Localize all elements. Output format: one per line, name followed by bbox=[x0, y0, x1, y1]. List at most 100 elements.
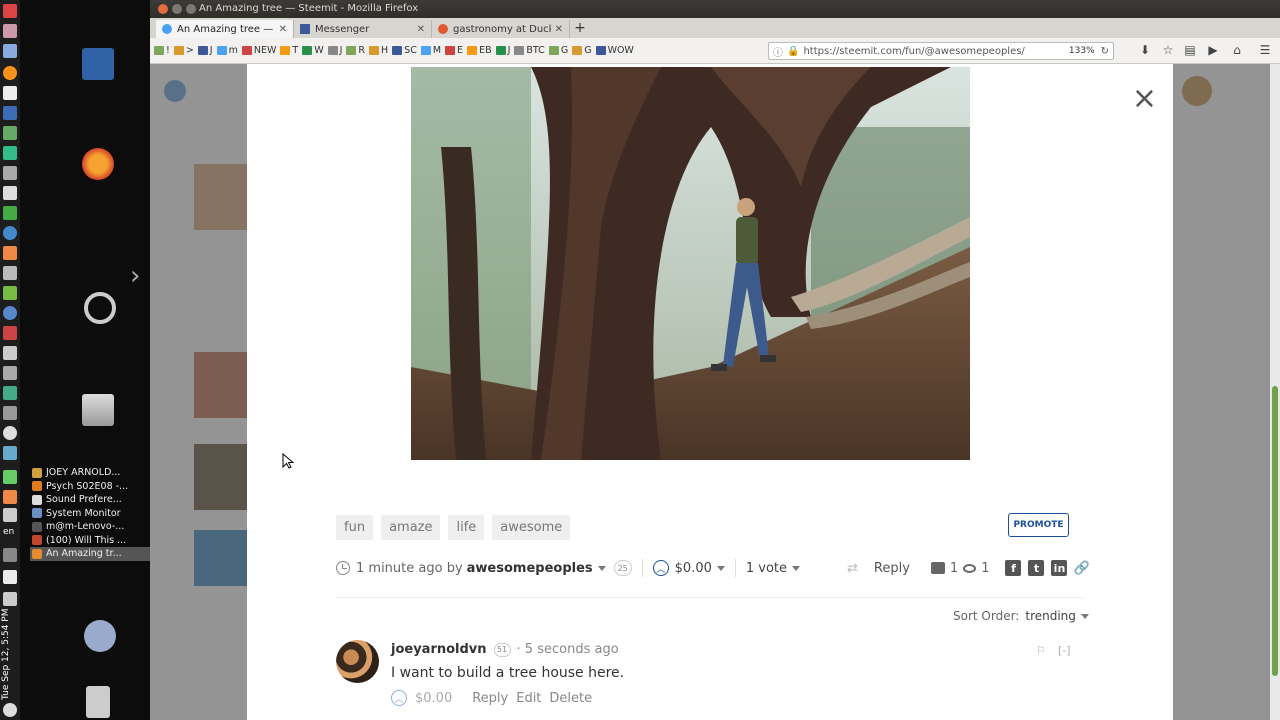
bookmark-item[interactable]: WOW bbox=[595, 45, 634, 56]
close-tab-icon[interactable]: ✕ bbox=[417, 24, 425, 35]
app-icon[interactable] bbox=[3, 548, 17, 562]
app-icon[interactable] bbox=[3, 326, 17, 340]
wifi-icon[interactable] bbox=[3, 508, 17, 522]
sort-select[interactable]: trending bbox=[1025, 609, 1076, 623]
bluetooth-icon[interactable] bbox=[3, 470, 17, 484]
app-icon[interactable] bbox=[3, 246, 17, 260]
app-icon[interactable] bbox=[3, 24, 17, 38]
twitter-share-icon[interactable]: t bbox=[1028, 560, 1045, 576]
bookmark-item[interactable]: G bbox=[572, 45, 592, 56]
vote-count[interactable]: 1 vote bbox=[746, 561, 787, 576]
comment-delete-button[interactable]: Delete bbox=[549, 691, 592, 706]
document-icon[interactable] bbox=[3, 86, 17, 100]
archive-icon[interactable] bbox=[82, 394, 114, 426]
comment-payout[interactable]: $0.00 bbox=[415, 691, 452, 706]
app-icon[interactable] bbox=[3, 366, 17, 380]
flag-icon[interactable]: ⚐ bbox=[1036, 644, 1046, 657]
link-icon[interactable]: 🔗 bbox=[1073, 561, 1089, 576]
bookmark-item[interactable]: M bbox=[420, 45, 441, 56]
app-icon[interactable] bbox=[3, 266, 17, 280]
bookmark-item[interactable]: BTC bbox=[514, 45, 545, 56]
battery-icon[interactable] bbox=[3, 592, 17, 606]
tag-awesome[interactable]: awesome bbox=[492, 515, 571, 540]
url-bar[interactable]: ⓘ 🔒 https://steemit.com/fun/@awesomepeop… bbox=[768, 42, 1114, 60]
tab-duckduckgo[interactable]: gastronomy at DuckD ✕ bbox=[432, 20, 570, 38]
youtube-icon[interactable]: ▶ bbox=[1206, 43, 1220, 57]
task-item[interactable]: (100) Will This ... bbox=[30, 534, 150, 548]
task-item[interactable]: Sound Prefere... bbox=[30, 493, 150, 507]
bookmark-item[interactable]: E bbox=[445, 45, 463, 56]
tab-messenger[interactable]: Messenger ✕ bbox=[294, 20, 432, 38]
chevron-down-icon[interactable] bbox=[716, 565, 725, 571]
firefox-icon[interactable] bbox=[82, 148, 114, 180]
comment-avatar[interactable] bbox=[336, 640, 379, 683]
task-item[interactable]: System Monitor bbox=[30, 507, 150, 521]
close-tab-icon[interactable]: ✕ bbox=[555, 24, 563, 35]
app-icon[interactable] bbox=[3, 426, 17, 440]
url-text[interactable]: https://steemit.com/fun/@awesomepeoples/ bbox=[803, 46, 1068, 57]
clock[interactable]: Tue Sep 12, 5:54 PM bbox=[1, 609, 19, 701]
app-icon[interactable] bbox=[3, 44, 17, 58]
bookmark-item[interactable]: J bbox=[327, 45, 342, 56]
bookmark-star-icon[interactable]: ☆ bbox=[1161, 43, 1175, 57]
facebook-share-icon[interactable]: f bbox=[1005, 560, 1022, 576]
bookmark-item[interactable]: m bbox=[216, 45, 238, 56]
bookmark-item[interactable]: G bbox=[548, 45, 568, 56]
home-icon[interactable]: ⌂ bbox=[1230, 43, 1244, 57]
close-window-button[interactable] bbox=[158, 4, 168, 14]
reply-button[interactable]: Reply bbox=[874, 561, 910, 576]
zoom-level[interactable]: 133% bbox=[1069, 46, 1095, 56]
power-icon[interactable] bbox=[3, 703, 17, 717]
chevron-down-icon[interactable] bbox=[792, 565, 801, 571]
bookmark-item[interactable]: J bbox=[197, 45, 213, 56]
bookmark-item[interactable]: H bbox=[369, 45, 388, 56]
task-item[interactable]: JOEY ARNOLD... bbox=[30, 466, 150, 480]
app-launcher-icon[interactable] bbox=[3, 4, 17, 18]
app-icon[interactable] bbox=[3, 146, 17, 160]
comment-author[interactable]: joeyarnoldvn bbox=[391, 642, 487, 657]
bookmark-item[interactable]: EB bbox=[467, 45, 492, 56]
bookmark-item[interactable]: > bbox=[173, 45, 194, 56]
app-icon[interactable] bbox=[3, 226, 17, 240]
post-time[interactable]: 1 minute ago by bbox=[356, 561, 463, 576]
menu-icon[interactable]: ☰ bbox=[1258, 43, 1272, 57]
spreadsheet-icon[interactable] bbox=[3, 106, 17, 120]
bookmark-item[interactable]: NEW bbox=[241, 45, 276, 56]
scrollbar-thumb[interactable] bbox=[1272, 386, 1278, 676]
user-icon[interactable] bbox=[84, 620, 116, 652]
app-icon[interactable] bbox=[3, 286, 17, 300]
info-icon[interactable]: ⓘ bbox=[773, 44, 783, 59]
bookmark-item[interactable]: T bbox=[280, 45, 298, 56]
resteem-icon[interactable]: ⇄ bbox=[847, 561, 858, 576]
linkedin-share-icon[interactable]: in bbox=[1051, 560, 1068, 576]
chevron-right-icon[interactable]: › bbox=[130, 262, 144, 294]
language-indicator[interactable]: en bbox=[3, 527, 14, 537]
comment-reply-button[interactable]: Reply bbox=[472, 691, 508, 706]
app-icon[interactable] bbox=[3, 406, 17, 420]
task-item-active[interactable]: An Amazing tr... bbox=[30, 547, 150, 561]
app-icon[interactable] bbox=[3, 126, 17, 140]
bookmark-item[interactable]: ! bbox=[154, 45, 170, 56]
bookmark-item[interactable]: SC bbox=[392, 45, 417, 56]
close-modal-button[interactable]: × bbox=[1132, 84, 1157, 114]
task-item[interactable]: Psych S02E08 -... bbox=[30, 480, 150, 494]
app-icon[interactable] bbox=[3, 386, 17, 400]
download-icon[interactable]: ⬇ bbox=[1138, 43, 1152, 57]
collapse-button[interactable]: [-] bbox=[1058, 644, 1071, 657]
chevron-down-icon[interactable] bbox=[1080, 613, 1089, 619]
bookmark-item[interactable]: R bbox=[346, 45, 365, 56]
vlc-icon[interactable] bbox=[3, 490, 17, 504]
bitcoin-icon[interactable] bbox=[3, 66, 17, 80]
ubuntu-icon[interactable] bbox=[84, 292, 116, 324]
app-icon[interactable] bbox=[3, 166, 17, 180]
promote-button[interactable]: PROMOTE bbox=[1008, 513, 1069, 537]
app-icon[interactable] bbox=[3, 186, 17, 200]
bookmark-item[interactable]: W bbox=[302, 45, 324, 56]
comment-edit-button[interactable]: Edit bbox=[516, 691, 541, 706]
post-author[interactable]: awesomepeoples bbox=[467, 561, 593, 576]
reload-icon[interactable]: ↻ bbox=[1101, 46, 1109, 57]
task-item[interactable]: m@m-Lenovo-... bbox=[30, 520, 150, 534]
tag-fun[interactable]: fun bbox=[336, 515, 374, 540]
tab-steemit[interactable]: An Amazing tree — Ste ✕ bbox=[156, 20, 294, 38]
app-icon[interactable] bbox=[3, 346, 17, 360]
